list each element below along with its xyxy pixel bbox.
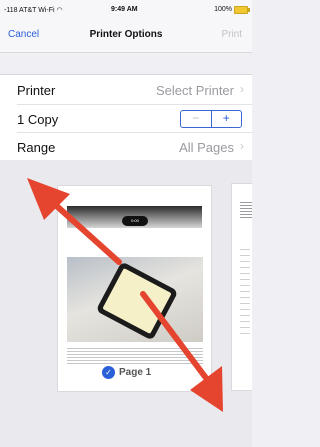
printer-label: Printer (17, 83, 56, 98)
decrement-button[interactable]: − (181, 111, 212, 127)
battery-icon (234, 6, 250, 14)
page-number: Page 1 (119, 366, 152, 378)
range-row[interactable]: Range All Pages › (0, 133, 252, 161)
page-thumbnail-text (240, 244, 250, 334)
status-battery-percent: 100% (214, 6, 232, 13)
phone-image (95, 261, 179, 341)
printer-options-list: Printer Select Printer › 1 Copy − + Rang… (0, 74, 252, 162)
phone-screen-image (102, 268, 172, 334)
status-bar: -118 AT&T Wi-Fi ◠ 9:49 AM 100% (0, 0, 252, 18)
page-label: ✓ Page 1 (102, 364, 151, 380)
copies-label: 1 Copy (17, 112, 59, 127)
checkmark-icon: ✓ (102, 365, 115, 379)
range-label: Range (17, 140, 56, 155)
print-button[interactable]: Print (221, 29, 242, 40)
page-thumbnail-header-image: 0:00 (67, 206, 202, 228)
page-preview-1[interactable]: 0:00 ✓ Page 1 (57, 185, 212, 392)
status-carrier: -118 AT&T Wi-Fi ◠ (4, 7, 63, 14)
navigation-bar: Cancel Printer Options Print (0, 18, 252, 53)
page-preview-2[interactable] (231, 183, 252, 391)
thumbnail-timestamp: 0:00 (122, 216, 148, 226)
page-thumbnail-photo (67, 257, 203, 342)
printer-value: Select Printer (155, 83, 234, 98)
status-time: 9:49 AM (111, 6, 138, 13)
copies-stepper: − + (180, 110, 242, 128)
print-options-screen: -118 AT&T Wi-Fi ◠ 9:49 AM 100% Cancel Pr… (0, 0, 252, 447)
increment-button[interactable]: + (212, 111, 242, 127)
range-value: All Pages (179, 140, 234, 155)
printer-row[interactable]: Printer Select Printer › (0, 76, 252, 104)
page-title: Printer Options (89, 29, 163, 40)
wifi-icon: ◠ (56, 7, 63, 14)
copies-row: 1 Copy − + (0, 105, 252, 133)
page-thumbnail-text (67, 346, 203, 364)
chevron-right-icon: › (240, 139, 244, 153)
page-thumbnail-text (240, 200, 252, 218)
chevron-right-icon: › (240, 82, 244, 96)
